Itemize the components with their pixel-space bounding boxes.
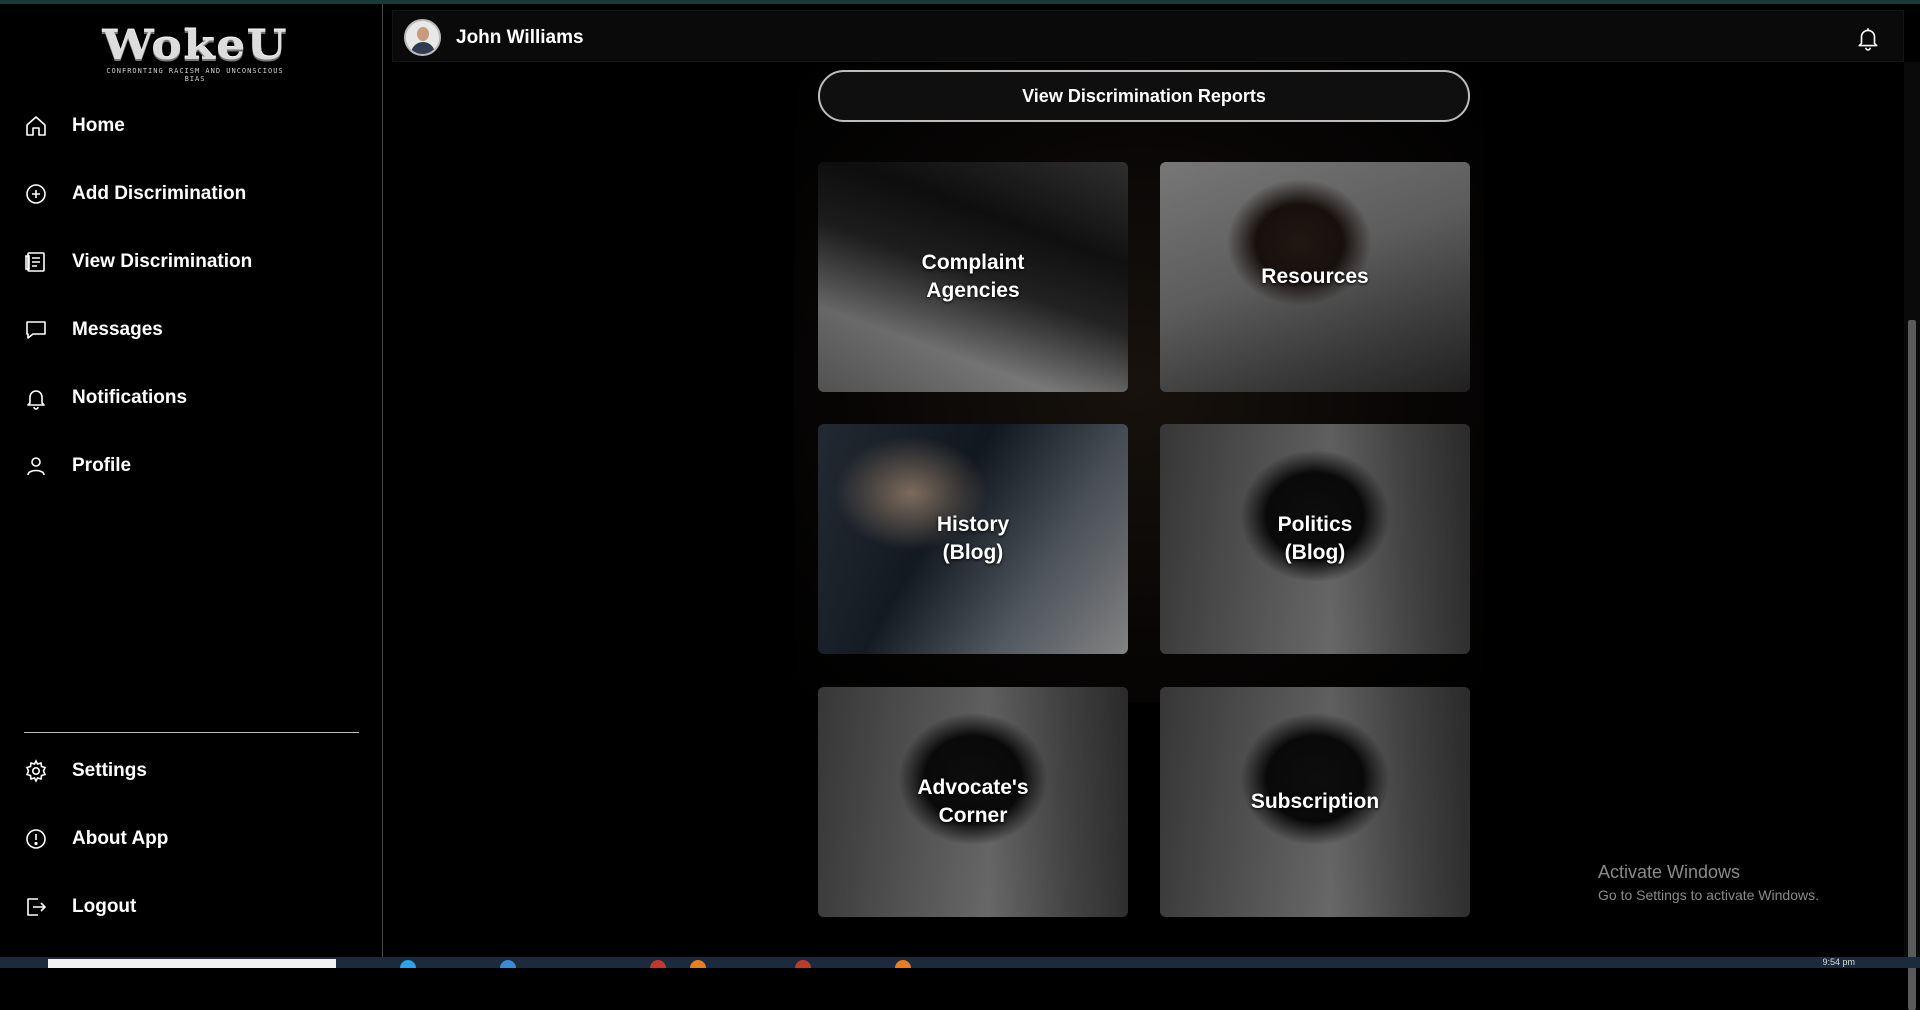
card-advocates-corner[interactable]: Advocate's Corner <box>818 687 1128 917</box>
app-logo[interactable]: WokeU CONFRONTING RACISM AND UNCONSCIOUS… <box>100 26 290 84</box>
app-taskbar-icon[interactable] <box>895 960 911 968</box>
sidebar-item-view-discrimination[interactable]: View Discrimination <box>24 240 364 284</box>
logo-text: WokeU <box>102 22 288 69</box>
user-icon <box>24 454 48 478</box>
scrollbar-thumb[interactable] <box>1908 320 1916 1010</box>
card-complaint-agencies[interactable]: Complaint Agencies <box>818 162 1128 392</box>
taskbar-search-box[interactable] <box>48 959 336 968</box>
sidebar-item-label: Settings <box>72 760 147 781</box>
app-taskbar-icon[interactable] <box>690 960 706 968</box>
sidebar-item-notifications[interactable]: Notifications <box>24 376 364 420</box>
watermark-title: Activate Windows <box>1598 862 1741 882</box>
sidebar-item-add-discrimination[interactable]: Add Discrimination <box>24 172 364 216</box>
sidebar: WokeU CONFRONTING RACISM AND UNCONSCIOUS… <box>0 4 383 957</box>
message-icon <box>24 318 48 342</box>
sidebar-item-label: Home <box>72 115 125 136</box>
card-label: Complaint Agencies <box>921 251 1025 302</box>
vertical-scrollbar[interactable] <box>1904 62 1920 1010</box>
card-label: Advocate's Corner <box>917 776 1029 827</box>
card-label: Politics (Blog) <box>1277 513 1353 564</box>
sidebar-item-label: Notifications <box>72 387 188 408</box>
taskbar-clock: 9:54 pm <box>1822 957 1855 967</box>
notification-bell-icon[interactable] <box>1855 25 1881 51</box>
windows-activation-watermark: Activate Windows Go to Settings to activ… <box>1598 862 1819 903</box>
browser-taskbar-icon[interactable] <box>400 960 416 968</box>
card-resources[interactable]: Resources <box>1160 162 1470 392</box>
sidebar-item-label: Profile <box>72 455 132 476</box>
sidebar-item-label: View Discrimination <box>72 251 253 272</box>
chrome-taskbar-icon[interactable] <box>795 960 811 968</box>
report-list-icon <box>24 250 48 274</box>
os-taskbar: 9:54 pm <box>0 957 1920 968</box>
card-label: History (Blog) <box>936 513 1010 564</box>
user-name: John Williams <box>456 27 584 48</box>
gear-icon <box>24 759 48 783</box>
logo-tagline: CONFRONTING RACISM AND UNCONSCIOUS BIAS <box>106 67 284 83</box>
sidebar-divider <box>24 732 359 733</box>
sidebar-item-label: Logout <box>72 896 137 917</box>
app-taskbar-icon[interactable] <box>650 960 666 968</box>
sidebar-item-settings[interactable]: Settings <box>24 749 364 793</box>
card-politics-blog[interactable]: Politics (Blog) <box>1160 424 1470 654</box>
view-discrimination-reports-button[interactable]: View Discrimination Reports <box>818 70 1470 122</box>
sidebar-item-about-app[interactable]: About App <box>24 817 364 861</box>
watermark-subtitle: Go to Settings to activate Windows. <box>1598 887 1819 903</box>
sidebar-item-label: About App <box>72 828 169 849</box>
card-subscription[interactable]: Subscription <box>1160 687 1470 917</box>
card-history-blog[interactable]: History (Blog) <box>818 424 1128 654</box>
sidebar-item-messages[interactable]: Messages <box>24 308 364 352</box>
sidebar-item-home[interactable]: Home <box>24 104 364 148</box>
sidebar-item-profile[interactable]: Profile <box>24 444 364 488</box>
main-content: View Discrimination Reports Complaint Ag… <box>384 62 1902 957</box>
logout-icon <box>24 895 48 919</box>
top-header: John Williams <box>392 10 1904 62</box>
app-taskbar-icon[interactable] <box>500 960 516 968</box>
card-label: Resources <box>1261 265 1369 288</box>
bell-icon <box>24 386 48 410</box>
sidebar-item-logout[interactable]: Logout <box>24 885 364 929</box>
info-icon <box>24 827 48 851</box>
avatar[interactable] <box>404 19 441 56</box>
sidebar-item-label: Add Discrimination <box>72 183 247 204</box>
sidebar-item-label: Messages <box>72 319 163 340</box>
home-icon <box>24 114 48 138</box>
plus-circle-icon <box>24 182 48 206</box>
card-label: Subscription <box>1250 790 1380 813</box>
